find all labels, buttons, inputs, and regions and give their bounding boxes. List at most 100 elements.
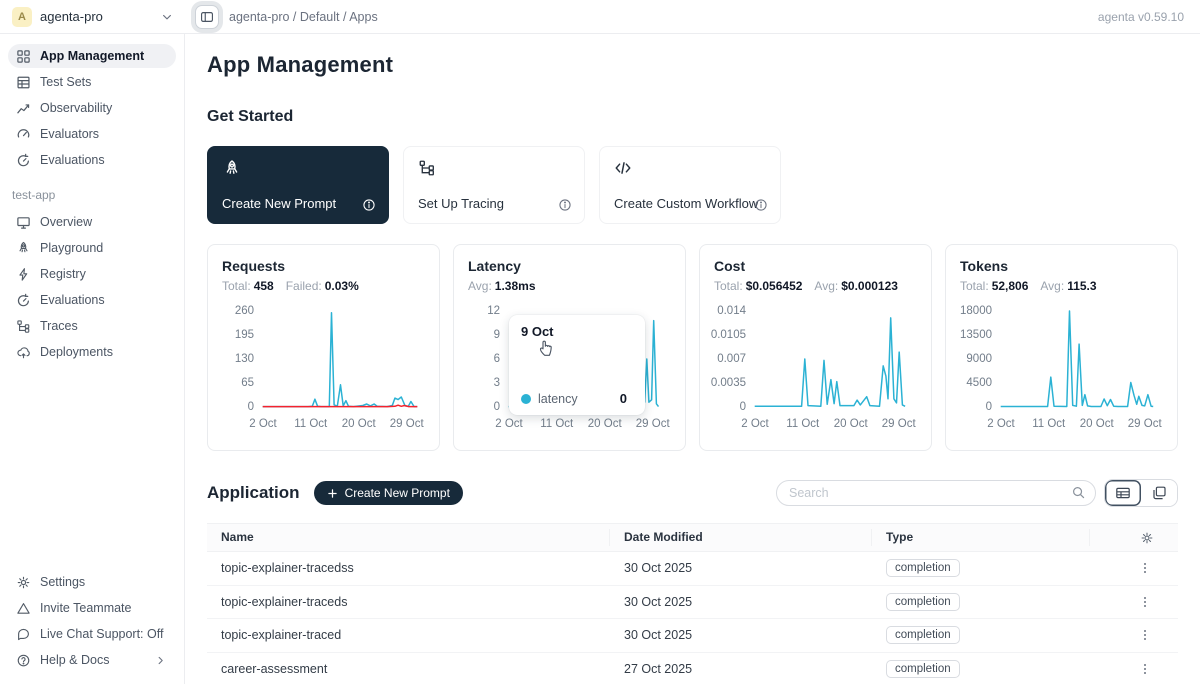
create-new-prompt-card[interactable]: Create New Prompt xyxy=(207,146,389,224)
sidebar-toggle-button[interactable] xyxy=(195,5,219,29)
sidebar-item-test-sets[interactable]: Test Sets xyxy=(8,70,176,94)
date-modified-cell: 30 Oct 2025 xyxy=(610,595,872,609)
question-icon xyxy=(16,653,31,668)
sidebar-item-live-chat[interactable]: Live Chat Support: Off xyxy=(8,622,176,646)
tokens-line-chart xyxy=(998,301,1158,413)
table-view-button[interactable] xyxy=(1105,480,1141,506)
sidebar-item-evaluations[interactable]: Evaluations xyxy=(8,148,176,172)
sidebar-item-traces[interactable]: Traces xyxy=(8,314,176,338)
sidebar-item-evaluations-app[interactable]: Evaluations xyxy=(8,288,176,312)
tokens-chart-card: Tokens Total:52,806 Avg:115.3 1800013500… xyxy=(945,244,1178,451)
sidebar-item-label: App Management xyxy=(40,49,144,63)
x-tick-label: 29 Oct xyxy=(882,418,916,430)
sidebar-item-settings[interactable]: Settings xyxy=(8,570,176,594)
stat-value: 1.38ms xyxy=(495,279,536,293)
sidebar-item-observability[interactable]: Observability xyxy=(8,96,176,120)
create-new-prompt-button[interactable]: Create New Prompt xyxy=(314,481,463,505)
y-tick-label: 0 xyxy=(986,402,992,413)
cost-chart-card: Cost Total:$0.056452 Avg:$0.000123 0.014… xyxy=(699,244,932,451)
y-axis-ticks: 1800013500900045000 xyxy=(960,306,998,413)
sidebar-item-label: Live Chat Support: Off xyxy=(40,627,163,641)
breadcrumb[interactable]: agenta-pro / Default / Apps xyxy=(229,10,378,24)
tooltip-series-name: latency xyxy=(538,392,578,406)
grid-icon xyxy=(16,49,31,64)
sidebar-item-label: Test Sets xyxy=(40,75,91,89)
sidebar-item-label: Registry xyxy=(40,267,86,281)
y-axis-ticks: 260195130650 xyxy=(222,306,260,413)
type-badge: completion xyxy=(886,660,960,678)
chart-stats: Total:52,806 Avg:115.3 xyxy=(960,279,1163,293)
search-input[interactable] xyxy=(776,480,1096,506)
column-header-type: Type xyxy=(872,529,1090,546)
column-settings-gear-icon[interactable] xyxy=(1140,529,1154,546)
sidebar-item-label: Invite Teammate xyxy=(40,601,131,615)
x-axis-ticks: 2 Oct11 Oct20 Oct29 Oct xyxy=(506,418,666,432)
x-tick-label: 29 Oct xyxy=(390,418,424,430)
x-tick-label: 20 Oct xyxy=(1080,418,1114,430)
application-header: Application Create New Prompt xyxy=(207,479,1178,507)
requests-line-chart xyxy=(260,301,420,413)
sidebar-app-section-label: test-app xyxy=(12,188,176,202)
chart-title: Requests xyxy=(222,258,425,274)
card-label: Create Custom Workflow xyxy=(614,196,758,211)
y-tick-label: 0.014 xyxy=(717,306,746,317)
y-tick-label: 12 xyxy=(487,306,500,317)
set-up-tracing-card[interactable]: Set Up Tracing xyxy=(403,146,585,224)
row-menu-icon[interactable] xyxy=(1138,595,1152,609)
row-menu-icon[interactable] xyxy=(1138,561,1152,575)
app-name-cell: topic-explainer-traceds xyxy=(207,595,610,609)
date-modified-cell: 30 Oct 2025 xyxy=(610,628,872,642)
table-row[interactable]: topic-explainer-tracedss 30 Oct 2025 com… xyxy=(207,552,1178,586)
x-tick-label: 2 Oct xyxy=(495,418,522,430)
info-icon[interactable] xyxy=(754,198,768,212)
info-icon[interactable] xyxy=(558,198,572,212)
stat-label: Total: xyxy=(714,279,743,293)
sidebar-item-app-management[interactable]: App Management xyxy=(8,44,176,68)
sidebar-item-overview[interactable]: Overview xyxy=(8,210,176,234)
y-axis-ticks: 129630 xyxy=(468,306,506,413)
sidebar-item-playground[interactable]: Playground xyxy=(8,236,176,260)
card-view-button[interactable] xyxy=(1141,480,1177,506)
y-tick-label: 4500 xyxy=(966,378,992,389)
workspace-switcher[interactable]: A agenta-pro xyxy=(0,7,185,27)
rocket-icon xyxy=(222,159,242,179)
row-menu-icon[interactable] xyxy=(1138,662,1152,676)
x-axis-ticks: 2 Oct11 Oct20 Oct29 Oct xyxy=(998,418,1158,432)
y-tick-label: 9 xyxy=(494,330,500,341)
sidebar-item-registry[interactable]: Registry xyxy=(8,262,176,286)
info-icon[interactable] xyxy=(362,198,376,212)
x-tick-label: 20 Oct xyxy=(588,418,622,430)
app-name-cell: topic-explainer-traced xyxy=(207,628,610,642)
create-custom-workflow-card[interactable]: Create Custom Workflow xyxy=(599,146,781,224)
get-started-cards: Create New Prompt Set Up Tracing Create … xyxy=(207,146,1178,224)
table-row[interactable]: topic-explainer-traced 30 Oct 2025 compl… xyxy=(207,619,1178,653)
sidebar-collapse-icon xyxy=(200,10,214,24)
stat-value: $0.000123 xyxy=(841,279,898,293)
plus-icon xyxy=(327,488,338,499)
table-row[interactable]: career-assessment 27 Oct 2025 completion xyxy=(207,653,1178,684)
series-dot-icon xyxy=(521,394,531,404)
chevron-right-icon xyxy=(153,655,168,666)
workspace-avatar: A xyxy=(12,7,32,27)
sidebar-item-invite-teammate[interactable]: Invite Teammate xyxy=(8,596,176,620)
chart-area: 0.0140.01050.0070.00350 2 Oct11 Oct20 Oc… xyxy=(714,301,917,432)
sidebar-item-label: Help & Docs xyxy=(40,653,109,667)
stat-value: $0.056452 xyxy=(746,279,803,293)
x-tick-label: 20 Oct xyxy=(834,418,868,430)
table-row[interactable]: topic-explainer-traceds 30 Oct 2025 comp… xyxy=(207,586,1178,620)
stat-value: 458 xyxy=(254,279,274,293)
row-menu-icon[interactable] xyxy=(1138,628,1152,642)
type-badge: completion xyxy=(886,593,960,611)
table-icon xyxy=(16,75,31,90)
sidebar-item-help-docs[interactable]: Help & Docs xyxy=(8,648,176,672)
table-view-icon xyxy=(1115,485,1131,501)
page-title: App Management xyxy=(207,52,1178,78)
sidebar-item-evaluators[interactable]: Evaluators xyxy=(8,122,176,146)
y-tick-label: 0 xyxy=(740,402,746,413)
sidebar-item-deployments[interactable]: Deployments xyxy=(8,340,176,364)
x-tick-label: 11 Oct xyxy=(1032,418,1065,430)
x-axis-ticks: 2 Oct11 Oct20 Oct29 Oct xyxy=(260,418,420,432)
search-icon[interactable] xyxy=(1071,485,1086,500)
sidebar-item-label: Overview xyxy=(40,215,92,229)
chart-stats: Total:$0.056452 Avg:$0.000123 xyxy=(714,279,917,293)
